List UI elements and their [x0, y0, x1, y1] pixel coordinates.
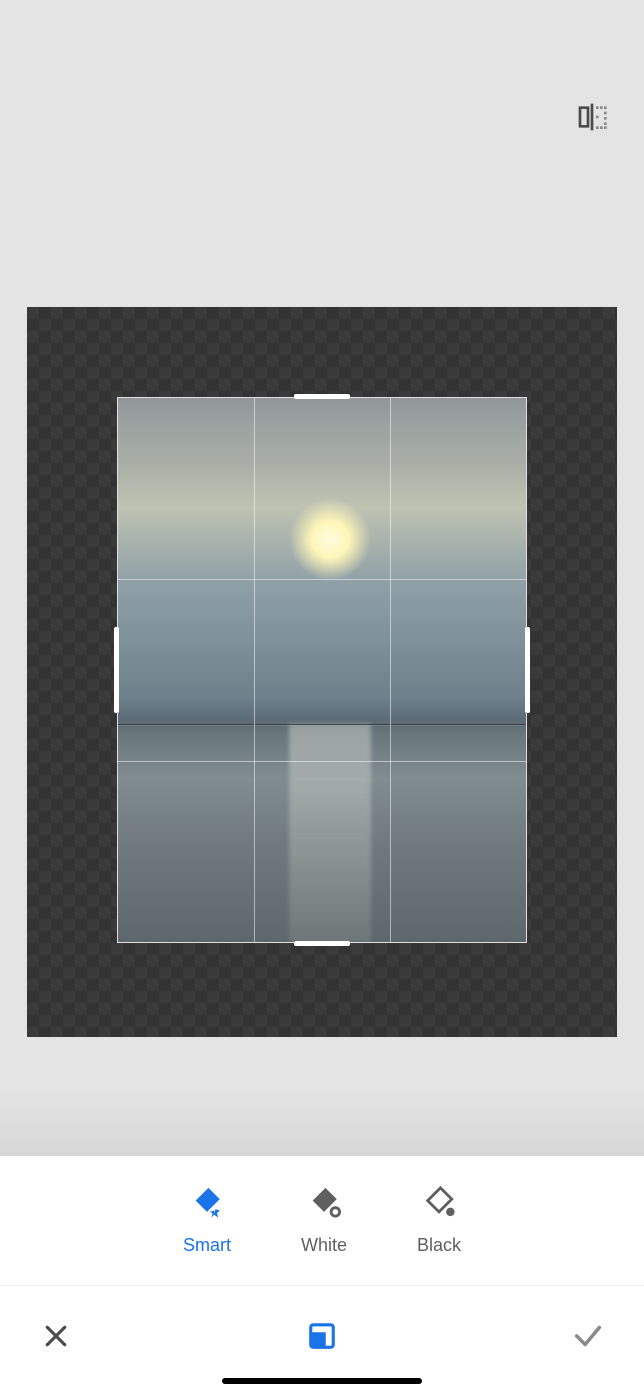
fill-option-label: Smart — [183, 1235, 231, 1256]
fill-option-white[interactable]: White — [301, 1185, 347, 1256]
home-indicator[interactable] — [222, 1378, 422, 1384]
expand-canvas-area[interactable] — [27, 307, 617, 1037]
flip-horizontal-icon — [576, 101, 608, 133]
fill-option-label: Black — [417, 1235, 461, 1256]
fill-options-bar: Smart White Black — [0, 1156, 644, 1286]
expand-canvas-icon — [307, 1321, 337, 1351]
crop-handle-top[interactable] — [294, 394, 350, 399]
confirm-button[interactable] — [564, 1312, 612, 1360]
flip-horizontal-button[interactable] — [570, 95, 614, 139]
cancel-button[interactable] — [32, 1312, 80, 1360]
grid-line — [118, 579, 526, 580]
grid-line — [390, 398, 391, 942]
editor-stage — [0, 0, 644, 1156]
crop-handle-bottom[interactable] — [294, 941, 350, 946]
paint-bucket-black-icon — [422, 1185, 456, 1219]
close-icon — [41, 1321, 71, 1351]
paint-bucket-white-icon — [307, 1185, 341, 1219]
crop-handle-left[interactable] — [114, 627, 119, 713]
check-icon — [571, 1319, 605, 1353]
paint-bucket-sparkle-icon — [190, 1185, 224, 1219]
crop-handle-right[interactable] — [525, 627, 530, 713]
fill-option-label: White — [301, 1235, 347, 1256]
fill-option-smart[interactable]: Smart — [183, 1185, 231, 1256]
expand-tool-button[interactable] — [298, 1312, 346, 1360]
grid-line — [118, 761, 526, 762]
crop-frame[interactable] — [117, 397, 527, 943]
grid-line — [254, 398, 255, 942]
fill-option-black[interactable]: Black — [417, 1185, 461, 1256]
photo-preview — [118, 398, 526, 942]
